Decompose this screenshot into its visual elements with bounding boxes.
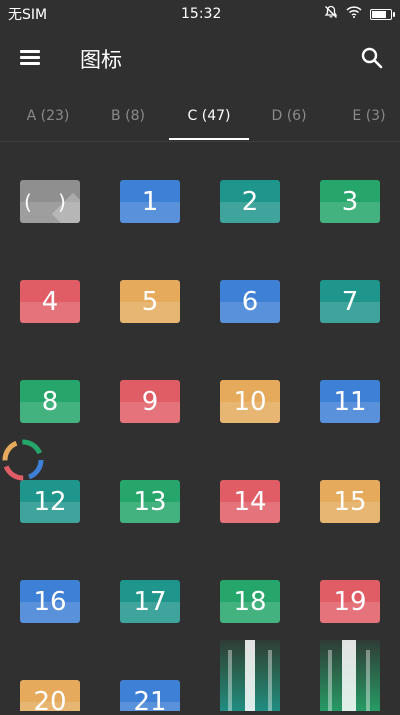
status-icons	[324, 5, 395, 23]
tile-label: 5	[141, 286, 159, 317]
icon-tile[interactable]: 16	[20, 580, 80, 623]
tile-label: 13	[133, 486, 167, 517]
icon-tile[interactable]: 3	[320, 180, 380, 223]
wifi-icon	[346, 6, 362, 22]
tile-label: 7	[341, 286, 359, 317]
tile-label: 4	[41, 286, 59, 317]
search-icon[interactable]	[360, 46, 384, 70]
tile-label: 11	[333, 386, 367, 417]
tile-label: 17	[133, 586, 167, 617]
icon-tile[interactable]: 19	[320, 580, 380, 623]
icon-tile[interactable]: 6	[220, 280, 280, 323]
icon-tile[interactable]: ( )	[20, 180, 80, 223]
icon-tile[interactable]: 11	[320, 380, 380, 423]
tile-label: 20	[33, 686, 67, 712]
icon-grid: ( ) 1 2 3 4 5 6 7 8 9 10 11 12 13 14 15 16 17 18 19 20 21	[0, 143, 400, 711]
tile-label: 15	[333, 486, 367, 517]
tile-label: 6	[241, 286, 259, 317]
icon-tile[interactable]: 2	[220, 180, 280, 223]
icon-tile[interactable]: 13	[120, 480, 180, 523]
icon-tile[interactable]: 7	[320, 280, 380, 323]
loading-tile-placeholder	[220, 640, 280, 711]
icon-tile[interactable]: 8	[20, 380, 80, 423]
page-title: 图标	[80, 48, 122, 72]
clock: 15:32	[181, 6, 222, 22]
tile-label: 9	[141, 386, 159, 417]
silent-bell-icon	[324, 5, 338, 23]
menu-icon[interactable]	[20, 50, 42, 66]
battery-icon	[370, 8, 395, 20]
tile-label: 3	[341, 186, 359, 217]
tile-label: 18	[233, 586, 267, 617]
icon-tile[interactable]: 20	[20, 680, 80, 711]
tab-a[interactable]: A (23)	[8, 88, 88, 142]
icon-tile[interactable]: 4	[20, 280, 80, 323]
tab-d[interactable]: D (6)	[249, 88, 329, 142]
icon-tile[interactable]: 21	[120, 680, 180, 711]
loading-tile-placeholder	[320, 640, 380, 711]
tile-label: 10	[233, 386, 267, 417]
active-tab-indicator	[169, 138, 249, 140]
tile-label: 2	[241, 186, 259, 217]
tile-label: ( )	[24, 189, 76, 214]
category-tabs: A (23) B (8) C (47) D (6) E (3)	[0, 88, 400, 142]
icon-tile[interactable]: 5	[120, 280, 180, 323]
icon-tile[interactable]: 14	[220, 480, 280, 523]
icon-tile[interactable]: 17	[120, 580, 180, 623]
tile-label: 14	[233, 486, 267, 517]
status-bar: 无SIM 15:32	[0, 0, 400, 28]
tab-c[interactable]: C (47)	[169, 88, 249, 142]
tile-label: 19	[333, 586, 367, 617]
tile-label: 21	[133, 686, 167, 712]
icon-tile[interactable]: 1	[120, 180, 180, 223]
tab-e[interactable]: E (3)	[329, 88, 400, 142]
carrier-label: 无SIM	[8, 7, 48, 23]
icon-tile[interactable]: 12	[20, 480, 80, 523]
app-bar: 图标	[0, 28, 400, 88]
tab-b[interactable]: B (8)	[88, 88, 168, 142]
tile-label: 1	[141, 186, 159, 217]
tile-label: 16	[33, 586, 67, 617]
icon-tile[interactable]: 15	[320, 480, 380, 523]
tile-label: 8	[41, 386, 59, 417]
loading-spinner-icon	[0, 437, 46, 483]
tile-label: 12	[33, 486, 67, 517]
icon-tile[interactable]: 9	[120, 380, 180, 423]
icon-tile[interactable]: 10	[220, 380, 280, 423]
icon-tile[interactable]: 18	[220, 580, 280, 623]
